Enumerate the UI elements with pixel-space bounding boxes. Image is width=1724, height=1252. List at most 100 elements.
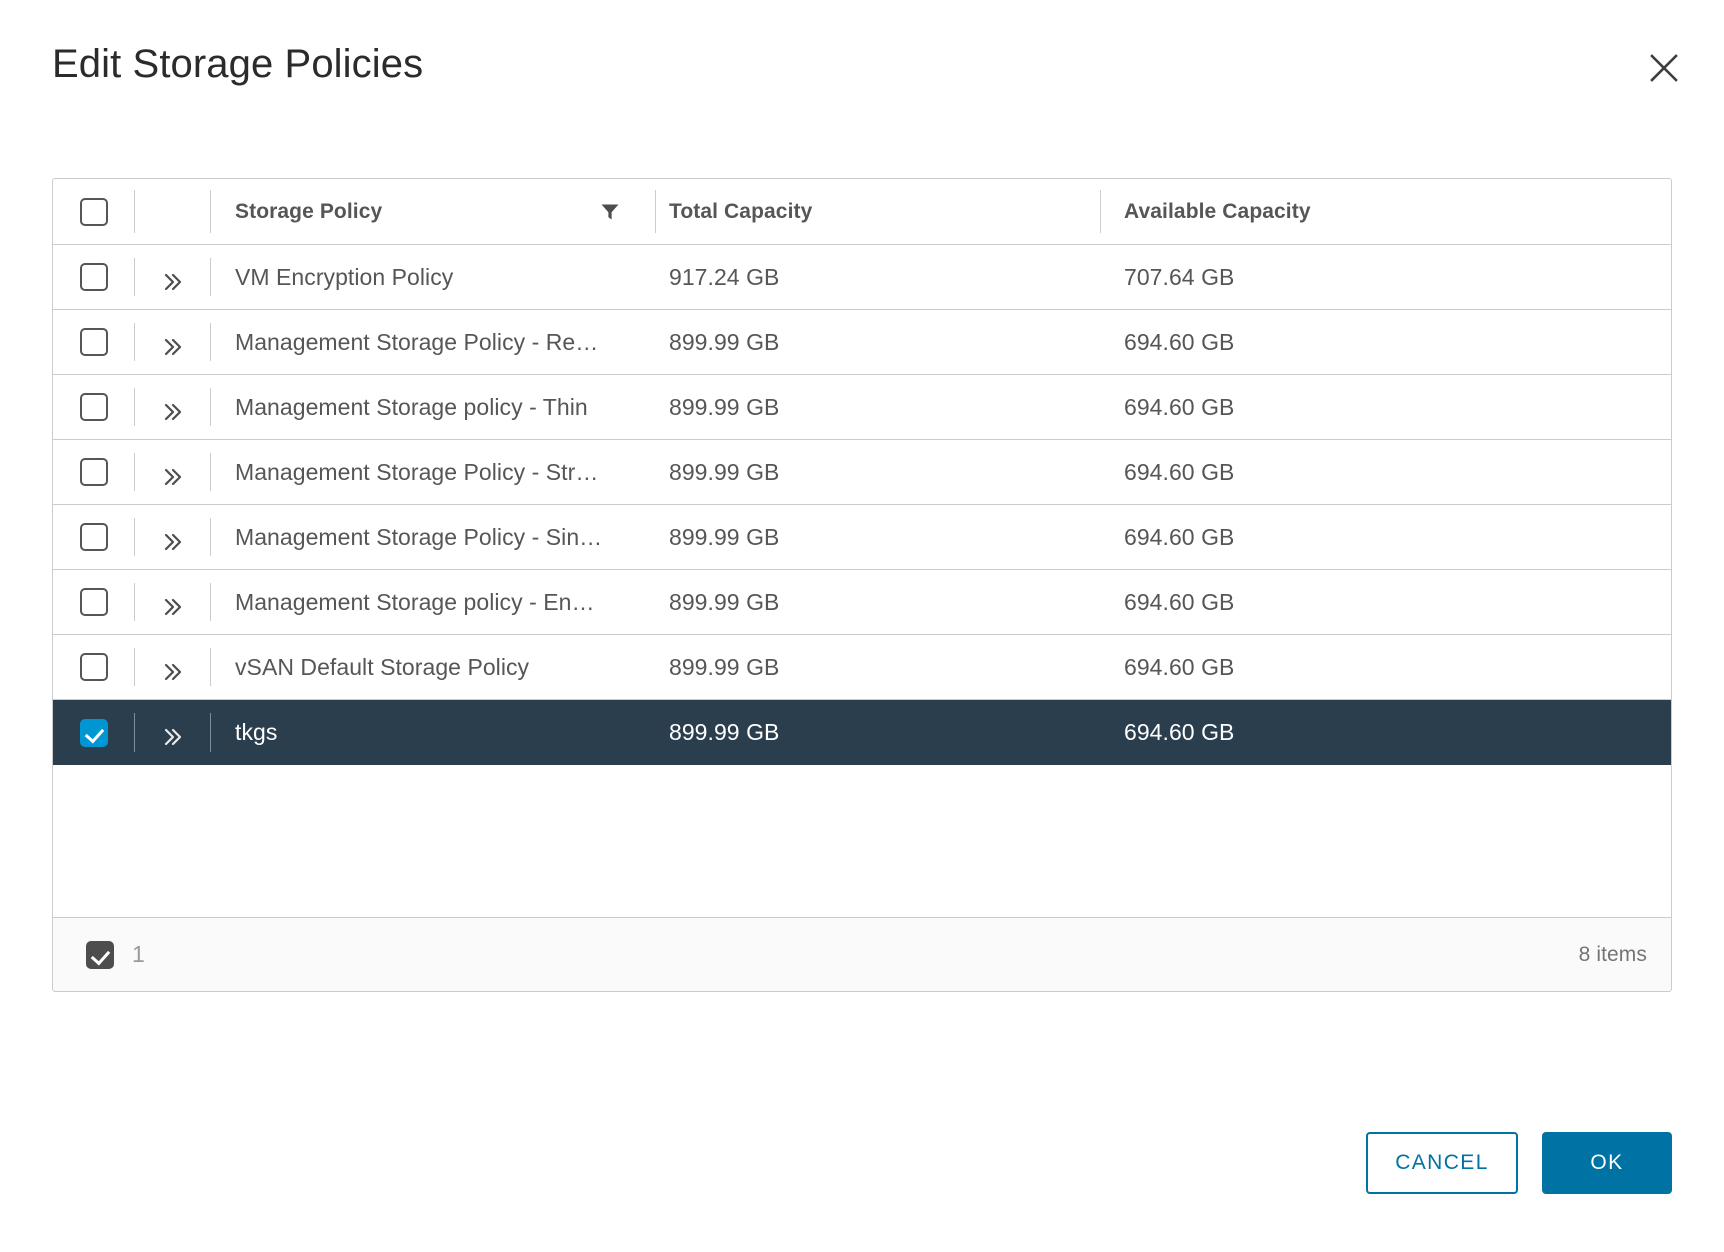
cell-value: Management Storage Policy - Re… xyxy=(235,328,599,355)
edit-storage-policies-dialog: Edit Storage Policies Storage Policy Tot… xyxy=(0,0,1724,1252)
row-expand-cell xyxy=(135,375,211,439)
row-checkbox[interactable] xyxy=(80,523,108,551)
cell-available-capacity: 694.60 GB xyxy=(1101,505,1671,569)
cell-storage-policy: Management Storage Policy - Re… xyxy=(211,310,656,374)
cell-value: 899.99 GB xyxy=(669,653,780,680)
cell-total-capacity: 899.99 GB xyxy=(656,310,1101,374)
select-all-checkbox[interactable] xyxy=(80,197,108,226)
row-checkbox[interactable] xyxy=(80,328,108,356)
cell-value: 694.60 GB xyxy=(1124,719,1235,745)
table-row[interactable]: Management Storage Policy - Re… 899.99 GB… xyxy=(53,310,1671,375)
expand-chevron-icon[interactable] xyxy=(160,334,186,360)
expand-chevron-icon[interactable] xyxy=(160,399,186,425)
cell-value: 899.99 GB xyxy=(669,523,780,550)
row-select-cell xyxy=(53,375,135,439)
cancel-button[interactable]: CANCEL xyxy=(1366,1132,1518,1194)
cell-value: 694.60 GB xyxy=(1124,328,1235,355)
dialog-header: Edit Storage Policies xyxy=(0,0,1724,132)
table-row[interactable]: tkgs 899.99 GB 694.60 GB xyxy=(53,700,1671,765)
row-checkbox[interactable] xyxy=(80,718,108,747)
row-expand-cell xyxy=(135,635,211,699)
expand-chevron-icon[interactable] xyxy=(160,724,186,750)
row-checkbox[interactable] xyxy=(80,653,108,681)
row-select-cell xyxy=(53,505,135,569)
dialog-actions: CANCEL OK xyxy=(1366,1132,1672,1194)
header-cell-total-capacity[interactable]: Total Capacity xyxy=(656,179,1101,244)
table-row[interactable]: VM Encryption Policy 917.24 GB 707.64 GB xyxy=(53,245,1671,310)
cell-available-capacity: 694.60 GB xyxy=(1101,700,1671,765)
cell-value: 899.99 GB xyxy=(669,588,780,615)
cell-value: 707.64 GB xyxy=(1124,263,1235,290)
cell-storage-policy: vSAN Default Storage Policy xyxy=(211,635,656,699)
ok-button[interactable]: OK xyxy=(1542,1132,1672,1194)
row-expand-cell xyxy=(135,700,211,765)
close-icon[interactable] xyxy=(1638,42,1690,94)
table-row[interactable]: Management Storage Policy - Sin… 899.99 G… xyxy=(53,505,1671,570)
expand-chevron-icon[interactable] xyxy=(160,269,186,295)
cell-value: Management Storage Policy - Str… xyxy=(235,458,599,485)
cell-value: 899.99 GB xyxy=(669,458,780,485)
row-expand-cell xyxy=(135,440,211,504)
cell-total-capacity: 917.24 GB xyxy=(656,245,1101,309)
row-expand-cell xyxy=(135,310,211,374)
row-select-cell xyxy=(53,245,135,309)
row-expand-cell xyxy=(135,570,211,634)
cell-value: 899.99 GB xyxy=(669,328,780,355)
cell-storage-policy: VM Encryption Policy xyxy=(211,245,656,309)
cell-value: VM Encryption Policy xyxy=(235,263,454,290)
datagrid-table: Storage Policy Total Capacity Available … xyxy=(52,178,1672,918)
expand-chevron-icon[interactable] xyxy=(160,464,186,490)
cell-available-capacity: 707.64 GB xyxy=(1101,245,1671,309)
cell-available-capacity: 694.60 GB xyxy=(1101,635,1671,699)
row-select-cell xyxy=(53,635,135,699)
cell-value: vSAN Default Storage Policy xyxy=(235,653,530,680)
header-cell-storage-policy[interactable]: Storage Policy xyxy=(211,179,656,244)
cell-available-capacity: 694.60 GB xyxy=(1101,310,1671,374)
table-row[interactable]: Management Storage policy - Thin 899.99 G… xyxy=(53,375,1671,440)
expand-chevron-icon[interactable] xyxy=(160,594,186,620)
row-checkbox[interactable] xyxy=(80,263,108,291)
close-icon-glyph xyxy=(1650,54,1678,82)
table-row[interactable]: Management Storage policy - En… 899.99 GB… xyxy=(53,570,1671,635)
table-row[interactable]: vSAN Default Storage Policy 899.99 GB 694.… xyxy=(53,635,1671,700)
row-expand-cell xyxy=(135,245,211,309)
filter-icon[interactable] xyxy=(600,202,620,222)
cell-available-capacity: 694.60 GB xyxy=(1101,375,1671,439)
total-items-label: 8 items xyxy=(1578,942,1647,966)
datagrid-footer: 1 8 items xyxy=(52,918,1672,992)
column-header-label: Available Capacity xyxy=(1124,199,1311,223)
row-checkbox[interactable] xyxy=(80,458,108,486)
row-checkbox[interactable] xyxy=(80,588,108,616)
row-expand-cell xyxy=(135,505,211,569)
cell-value: 694.60 GB xyxy=(1124,588,1235,615)
expand-chevron-icon[interactable] xyxy=(160,529,186,555)
selected-count: 1 xyxy=(132,941,145,967)
cell-total-capacity: 899.99 GB xyxy=(656,505,1101,569)
header-cell-available-capacity[interactable]: Available Capacity xyxy=(1101,179,1671,244)
expand-chevron-icon[interactable] xyxy=(160,659,186,685)
column-header-label: Storage Policy xyxy=(235,199,383,223)
header-select-all-cell xyxy=(53,179,135,244)
row-checkbox[interactable] xyxy=(80,393,108,421)
cell-value: 694.60 GB xyxy=(1124,458,1235,485)
column-header-label: Total Capacity xyxy=(669,199,813,223)
cell-value: 694.60 GB xyxy=(1124,653,1235,680)
cell-total-capacity: 899.99 GB xyxy=(656,700,1101,765)
cell-value: tkgs xyxy=(235,719,278,745)
cell-value: Management Storage Policy - Sin… xyxy=(235,523,603,550)
cell-total-capacity: 899.99 GB xyxy=(656,570,1101,634)
row-select-cell xyxy=(53,570,135,634)
cell-storage-policy: Management Storage policy - Thin xyxy=(211,375,656,439)
header-expand-cell xyxy=(135,179,211,244)
cell-storage-policy: Management Storage Policy - Sin… xyxy=(211,505,656,569)
footer-selection-checkbox[interactable] xyxy=(86,940,114,969)
table-row[interactable]: Management Storage Policy - Str… 899.99 G… xyxy=(53,440,1671,505)
cell-value: 694.60 GB xyxy=(1124,523,1235,550)
cell-storage-policy: Management Storage policy - En… xyxy=(211,570,656,634)
row-select-cell xyxy=(53,440,135,504)
cell-value: Management Storage policy - Thin xyxy=(235,393,588,420)
cell-storage-policy: Management Storage Policy - Str… xyxy=(211,440,656,504)
row-select-cell xyxy=(53,310,135,374)
cell-available-capacity: 694.60 GB xyxy=(1101,570,1671,634)
cell-total-capacity: 899.99 GB xyxy=(656,635,1101,699)
